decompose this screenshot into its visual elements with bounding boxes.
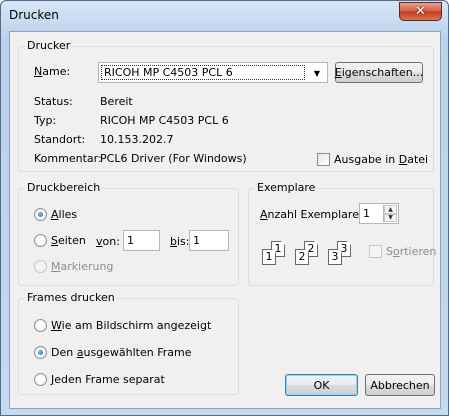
frames-selected-frame-radio[interactable] xyxy=(34,346,47,359)
printer-group: Drucker Name: RICOH MP C4503 PCL 6 ▼ Eig… xyxy=(18,39,434,172)
collate-page-front-2: 2 xyxy=(295,249,309,265)
frames-as-displayed-radio[interactable] xyxy=(34,319,47,332)
range-to-input[interactable]: 1 xyxy=(189,230,229,251)
frames-each-separately-label[interactable]: Jeden Frame separat xyxy=(51,373,165,386)
cancel-button[interactable]: Abbrechen xyxy=(365,374,435,396)
collate-illustration: 1 1 2 2 3 3 xyxy=(262,241,362,277)
copies-spinner[interactable]: ▲ ▼ xyxy=(383,205,397,222)
type-value: RICOH MP C4503 PCL 6 xyxy=(100,114,229,127)
copies-count-input[interactable]: 1 ▲ ▼ xyxy=(359,203,399,224)
window-title: Drucken xyxy=(9,8,59,22)
close-button[interactable]: ✕ xyxy=(399,2,442,21)
collate-label: Sortieren xyxy=(386,245,437,258)
type-label: Typ: xyxy=(34,114,57,127)
range-pages-label[interactable]: Seiten xyxy=(51,234,86,247)
properties-button[interactable]: Eigenschaften... xyxy=(335,62,423,83)
frames-selected-frame-label[interactable]: Den ausgewählten Frame xyxy=(51,346,192,359)
dialog-client-area: Drucker Name: RICOH MP C4503 PCL 6 ▼ Eig… xyxy=(9,31,441,409)
collate-page-front-3: 3 xyxy=(328,249,342,265)
printer-group-title: Drucker xyxy=(25,39,73,52)
location-value: 10.153.202.7 xyxy=(100,133,174,146)
collate-checkbox[interactable] xyxy=(369,245,382,258)
copies-count-value: 1 xyxy=(363,207,370,220)
location-label: Standort: xyxy=(34,133,86,146)
spin-down-icon[interactable]: ▼ xyxy=(384,213,397,222)
frames-as-displayed-label[interactable]: Wie am Bildschirm angezeigt xyxy=(51,319,211,332)
range-all-label[interactable]: Alles xyxy=(51,208,77,221)
print-range-group-title: Druckbereich xyxy=(25,181,103,194)
copies-group-title: Exemplare xyxy=(255,181,318,194)
print-range-group: Druckbereich Alles Seiten von: 1 bis: 1 … xyxy=(18,181,239,286)
range-from-label: von: xyxy=(96,235,120,248)
printer-name-select[interactable]: RICOH MP C4503 PCL 6 ▼ xyxy=(98,62,328,83)
comment-value: PCL6 Driver (For Windows) xyxy=(100,152,247,165)
range-pages-radio[interactable] xyxy=(34,234,47,247)
frames-group-title: Frames drucken xyxy=(25,291,117,304)
spin-up-icon[interactable]: ▲ xyxy=(384,205,397,214)
range-selection-label: Markierung xyxy=(51,260,114,273)
range-to-label: bis: xyxy=(170,235,190,248)
status-label: Status: xyxy=(34,95,73,108)
status-value: Bereit xyxy=(100,95,133,108)
title-bar[interactable]: Drucken ✕ xyxy=(1,1,448,31)
chevron-down-icon[interactable]: ▼ xyxy=(309,65,325,81)
frames-group: Frames drucken Wie am Bildschirm angezei… xyxy=(18,291,239,395)
print-to-file-checkbox[interactable] xyxy=(317,153,330,166)
range-from-input[interactable]: 1 xyxy=(123,230,160,251)
frames-each-separately-radio[interactable] xyxy=(34,373,47,386)
printer-name-value: RICOH MP C4503 PCL 6 xyxy=(101,65,305,80)
print-dialog-window: Drucken ✕ Drucker Name: RICOH MP C4503 P… xyxy=(0,0,449,416)
printer-name-label: Name: xyxy=(34,65,71,78)
range-all-radio[interactable] xyxy=(34,208,47,221)
copies-count-label: Anzahl Exemplare: xyxy=(260,208,363,221)
print-to-file-label[interactable]: Ausgabe in Datei xyxy=(334,153,428,166)
ok-button[interactable]: OK xyxy=(285,374,358,396)
collate-page-front-1: 1 xyxy=(262,249,276,265)
range-selection-radio[interactable] xyxy=(34,260,47,273)
copies-group: Exemplare Anzahl Exemplare: 1 ▲ ▼ 1 1 2 … xyxy=(248,181,437,286)
comment-label: Kommentar: xyxy=(34,152,102,165)
close-icon: ✕ xyxy=(415,4,426,19)
